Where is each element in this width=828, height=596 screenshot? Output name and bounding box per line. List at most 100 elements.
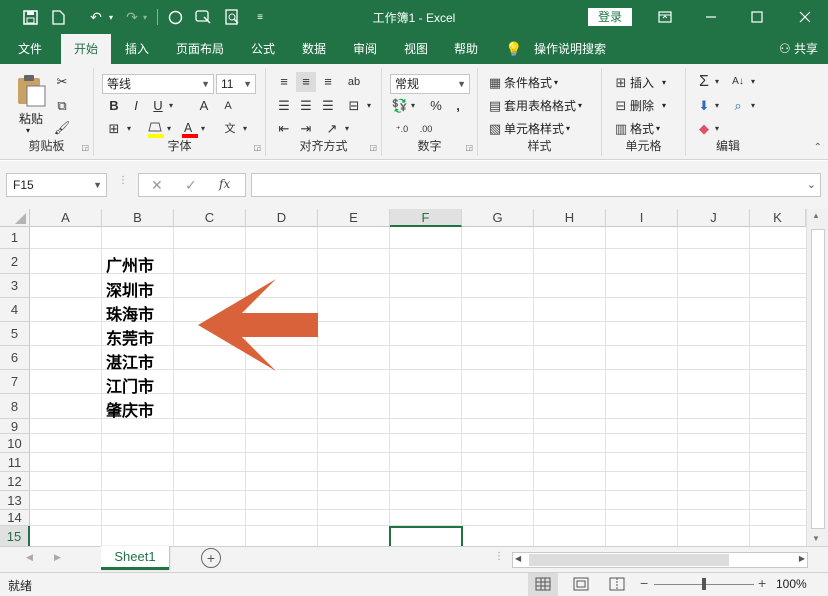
font-name-select[interactable]: 等线 ▼ (102, 74, 214, 94)
clear-icon[interactable]: ◆ (694, 119, 714, 139)
cell-b6[interactable]: 湛江市 (106, 349, 154, 373)
scroll-up-icon[interactable]: ▲ (812, 211, 820, 220)
text-direction-icon[interactable]: ab (344, 72, 364, 92)
column-header-a[interactable]: A (30, 209, 102, 227)
page-layout-view-icon[interactable] (566, 573, 596, 596)
align-center-icon[interactable]: ☰ (296, 96, 316, 116)
name-box[interactable]: F15 ▼ (6, 173, 107, 197)
format-painter-icon[interactable]: 🖌 (52, 118, 72, 138)
formula-input[interactable]: ⌄ (251, 173, 821, 197)
shrink-font-button[interactable]: A (218, 96, 238, 116)
row-header-11[interactable]: 11 (0, 453, 30, 472)
font-size-select[interactable]: 11 ▼ (216, 74, 256, 94)
row-header-3[interactable]: 3 (0, 274, 30, 298)
column-header-h[interactable]: H (534, 209, 606, 227)
format-table-button[interactable]: ▤ 套用表格格式 ▾ (486, 97, 582, 114)
align-bottom-icon[interactable]: ≡ (318, 72, 338, 92)
spreadsheet-grid[interactable]: ABCDEFGHIJK 1 2 3 4 5 6 7 8 9 10 11 12 13 14 15 广州市 深圳市… (0, 209, 828, 546)
dialog-launcher-icon[interactable]: ◲ (369, 143, 377, 152)
underline-button[interactable]: U (148, 96, 168, 116)
tab-data[interactable]: 数据 (294, 34, 334, 64)
align-left-icon[interactable]: ☰ (274, 96, 294, 116)
dialog-launcher-icon[interactable]: ◲ (81, 143, 89, 152)
ribbon-display-icon[interactable] (654, 6, 676, 28)
tell-me-search[interactable]: 操作说明搜索 (528, 34, 612, 64)
increase-decimal-icon[interactable]: ⁺.0 (392, 119, 412, 139)
tab-home[interactable]: 开始 (61, 34, 111, 64)
column-header-i[interactable]: I (606, 209, 678, 227)
row-header-2[interactable]: 2 (0, 249, 30, 274)
chevron-down-icon[interactable]: ▾ (240, 119, 250, 139)
align-right-icon[interactable]: ☰ (318, 96, 338, 116)
decrease-indent-icon[interactable]: ⇤ (274, 119, 294, 139)
align-top-icon[interactable]: ≡ (274, 72, 294, 92)
column-header-e[interactable]: E (318, 209, 390, 227)
currency-icon[interactable]: 💱 (390, 96, 410, 116)
percent-button[interactable]: % (426, 96, 446, 116)
conditional-format-button[interactable]: ▦ 条件格式 ▾ (486, 74, 558, 91)
page-break-view-icon[interactable] (602, 573, 632, 596)
column-header-k[interactable]: K (750, 209, 806, 227)
orientation-icon[interactable]: ↗ (322, 119, 342, 139)
row-header-14[interactable]: 14 (0, 510, 30, 526)
tab-insert[interactable]: 插入 (116, 34, 158, 64)
paste-icon[interactable] (13, 74, 47, 108)
cell-styles-button[interactable]: ▧ 单元格样式 ▾ (486, 120, 570, 137)
add-sheet-icon[interactable]: + (201, 548, 221, 568)
row-header-1[interactable]: 1 (0, 227, 30, 249)
chevron-down-icon[interactable]: ▾ (408, 96, 418, 116)
row-header-10[interactable]: 10 (0, 434, 30, 453)
chevron-down-icon[interactable]: ▾ (748, 96, 758, 116)
normal-view-icon[interactable] (528, 573, 558, 596)
cut-icon[interactable]: ✂ (52, 72, 72, 92)
horizontal-scrollbar[interactable]: ◀ ▶ (512, 552, 808, 568)
insert-function-button[interactable]: fx (219, 177, 230, 191)
scroll-down-icon[interactable]: ▼ (812, 534, 820, 543)
find-select-icon[interactable]: ⌕ (728, 96, 748, 116)
scroll-left-icon[interactable]: ◀ (515, 554, 521, 563)
chevron-down-icon[interactable]: ▾ (198, 119, 208, 139)
prev-sheet-icon[interactable]: ◀ (26, 552, 33, 563)
chevron-down-icon[interactable]: ▾ (164, 119, 174, 139)
cell-b4[interactable]: 珠海市 (106, 301, 154, 325)
close-icon[interactable] (794, 6, 816, 28)
chevron-down-icon[interactable]: ▾ (712, 72, 722, 92)
align-middle-icon[interactable]: ≡ (296, 72, 316, 92)
sort-filter-icon[interactable]: A↓ (728, 72, 748, 92)
vertical-scrollbar[interactable]: ▲ ▼ (806, 209, 828, 546)
select-all-button[interactable] (0, 209, 30, 227)
column-header-b[interactable]: B (102, 209, 174, 227)
row-header-15[interactable]: 15 (0, 526, 30, 546)
dialog-launcher-icon[interactable]: ◲ (253, 143, 261, 152)
cell-b2[interactable]: 广州市 (106, 252, 154, 276)
cell-b7[interactable]: 江门市 (106, 373, 154, 397)
chevron-down-icon[interactable]: ▾ (342, 119, 352, 139)
tab-help[interactable]: 帮助 (446, 34, 486, 64)
format-cells-button[interactable]: ▥ 格式 ▾ (612, 120, 660, 137)
sheet-tab-sheet1[interactable]: Sheet1 (101, 546, 169, 570)
selected-cell-f15[interactable] (389, 526, 463, 546)
cell-b5[interactable]: 东莞市 (106, 325, 154, 349)
tab-review[interactable]: 审阅 (345, 34, 385, 64)
scroll-right-icon[interactable]: ▶ (799, 554, 805, 563)
chevron-down-icon[interactable]: ▾ (166, 96, 176, 116)
column-header-g[interactable]: G (462, 209, 534, 227)
row-header-13[interactable]: 13 (0, 491, 30, 510)
zoom-slider[interactable] (654, 578, 754, 590)
grow-font-button[interactable]: A (194, 96, 214, 116)
cancel-icon[interactable]: ✕ (151, 177, 163, 194)
italic-button[interactable]: I (126, 96, 146, 116)
decrease-decimal-icon[interactable]: .00 (416, 119, 436, 139)
column-header-c[interactable]: C (174, 209, 246, 227)
comma-button[interactable]: , (448, 96, 468, 116)
dialog-launcher-icon[interactable]: ◲ (465, 143, 473, 152)
zoom-out-icon[interactable]: − (640, 575, 648, 591)
tab-formulas[interactable]: 公式 (243, 34, 283, 64)
increase-indent-icon[interactable]: ⇥ (296, 119, 316, 139)
row-header-4[interactable]: 4 (0, 298, 30, 322)
chevron-down-icon[interactable]: ▾ (712, 96, 722, 116)
autosum-icon[interactable]: Σ (694, 72, 714, 92)
column-header-j[interactable]: J (678, 209, 750, 227)
maximize-icon[interactable] (746, 6, 768, 28)
chevron-down-icon[interactable]: ▾ (26, 126, 30, 135)
